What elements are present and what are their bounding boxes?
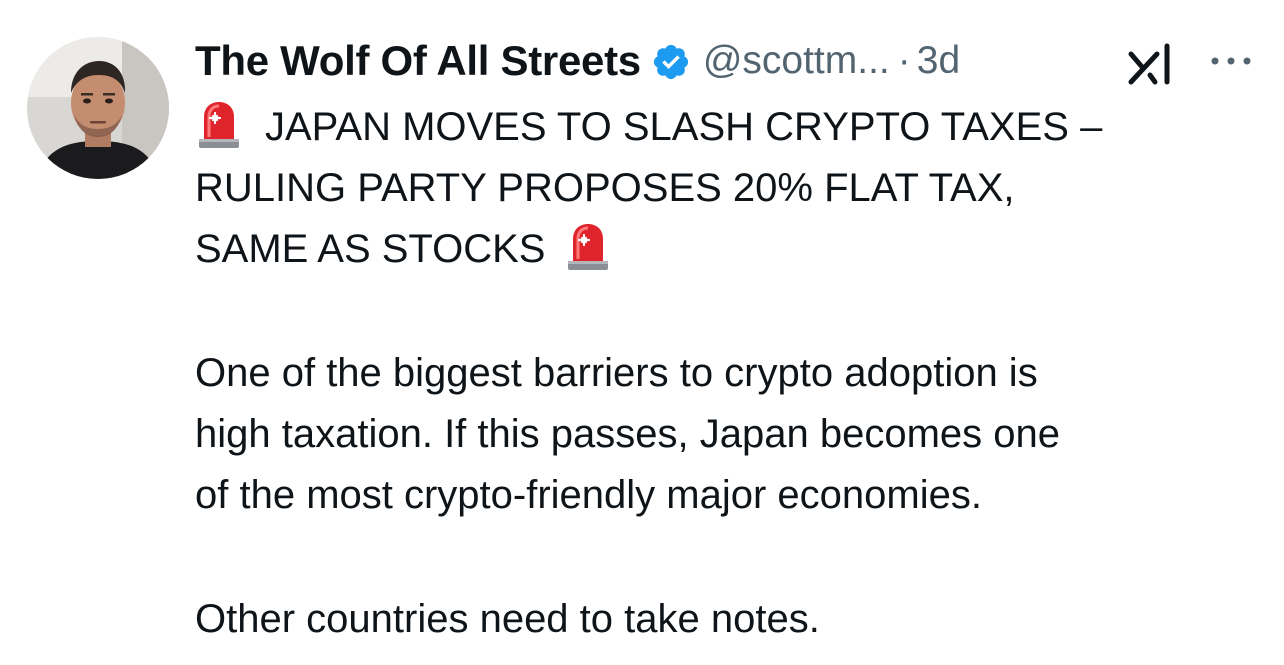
tweet-text: JAPAN MOVES TO SLASH CRYPTO TAXES – RULI…: [195, 97, 1255, 650]
paragraph-line-1: One of the biggest barriers to crypto ad…: [195, 351, 1038, 395]
police-siren-icon: [195, 99, 243, 149]
headline-text-1: JAPAN MOVES TO SLASH CRYPTO TAXES –: [265, 105, 1103, 149]
separator-dot: ·: [897, 39, 911, 82]
paragraph-line-3: of the most crypto-friendly major econom…: [195, 473, 982, 517]
more-options-icon[interactable]: [1207, 51, 1255, 71]
headline-line-3: SAME AS STOCKS: [195, 219, 1255, 280]
grok-icon[interactable]: [1127, 42, 1177, 86]
headline-line-2: RULING PARTY PROPOSES 20% FLAT TAX,: [195, 166, 1015, 210]
avatar-image: [27, 37, 169, 179]
tweet-timestamp[interactable]: 3d: [917, 39, 960, 83]
avatar[interactable]: [27, 37, 169, 179]
tweet[interactable]: The Wolf Of All Streets @scottm... · 3d: [0, 0, 1284, 665]
verified-badge-icon: [651, 42, 691, 82]
tweet-header: The Wolf Of All Streets @scottm... · 3d: [195, 33, 960, 89]
headline-line-1: JAPAN MOVES TO SLASH CRYPTO TAXES –: [195, 97, 1255, 158]
headline-text-3: SAME AS STOCKS: [195, 227, 546, 271]
author-display-name[interactable]: The Wolf Of All Streets: [195, 37, 641, 85]
author-handle[interactable]: @scottm...: [703, 39, 890, 83]
police-siren-icon: [564, 221, 612, 271]
closing-line: Other countries need to take notes.: [195, 597, 820, 641]
paragraph-line-2: high taxation. If this passes, Japan bec…: [195, 412, 1060, 456]
